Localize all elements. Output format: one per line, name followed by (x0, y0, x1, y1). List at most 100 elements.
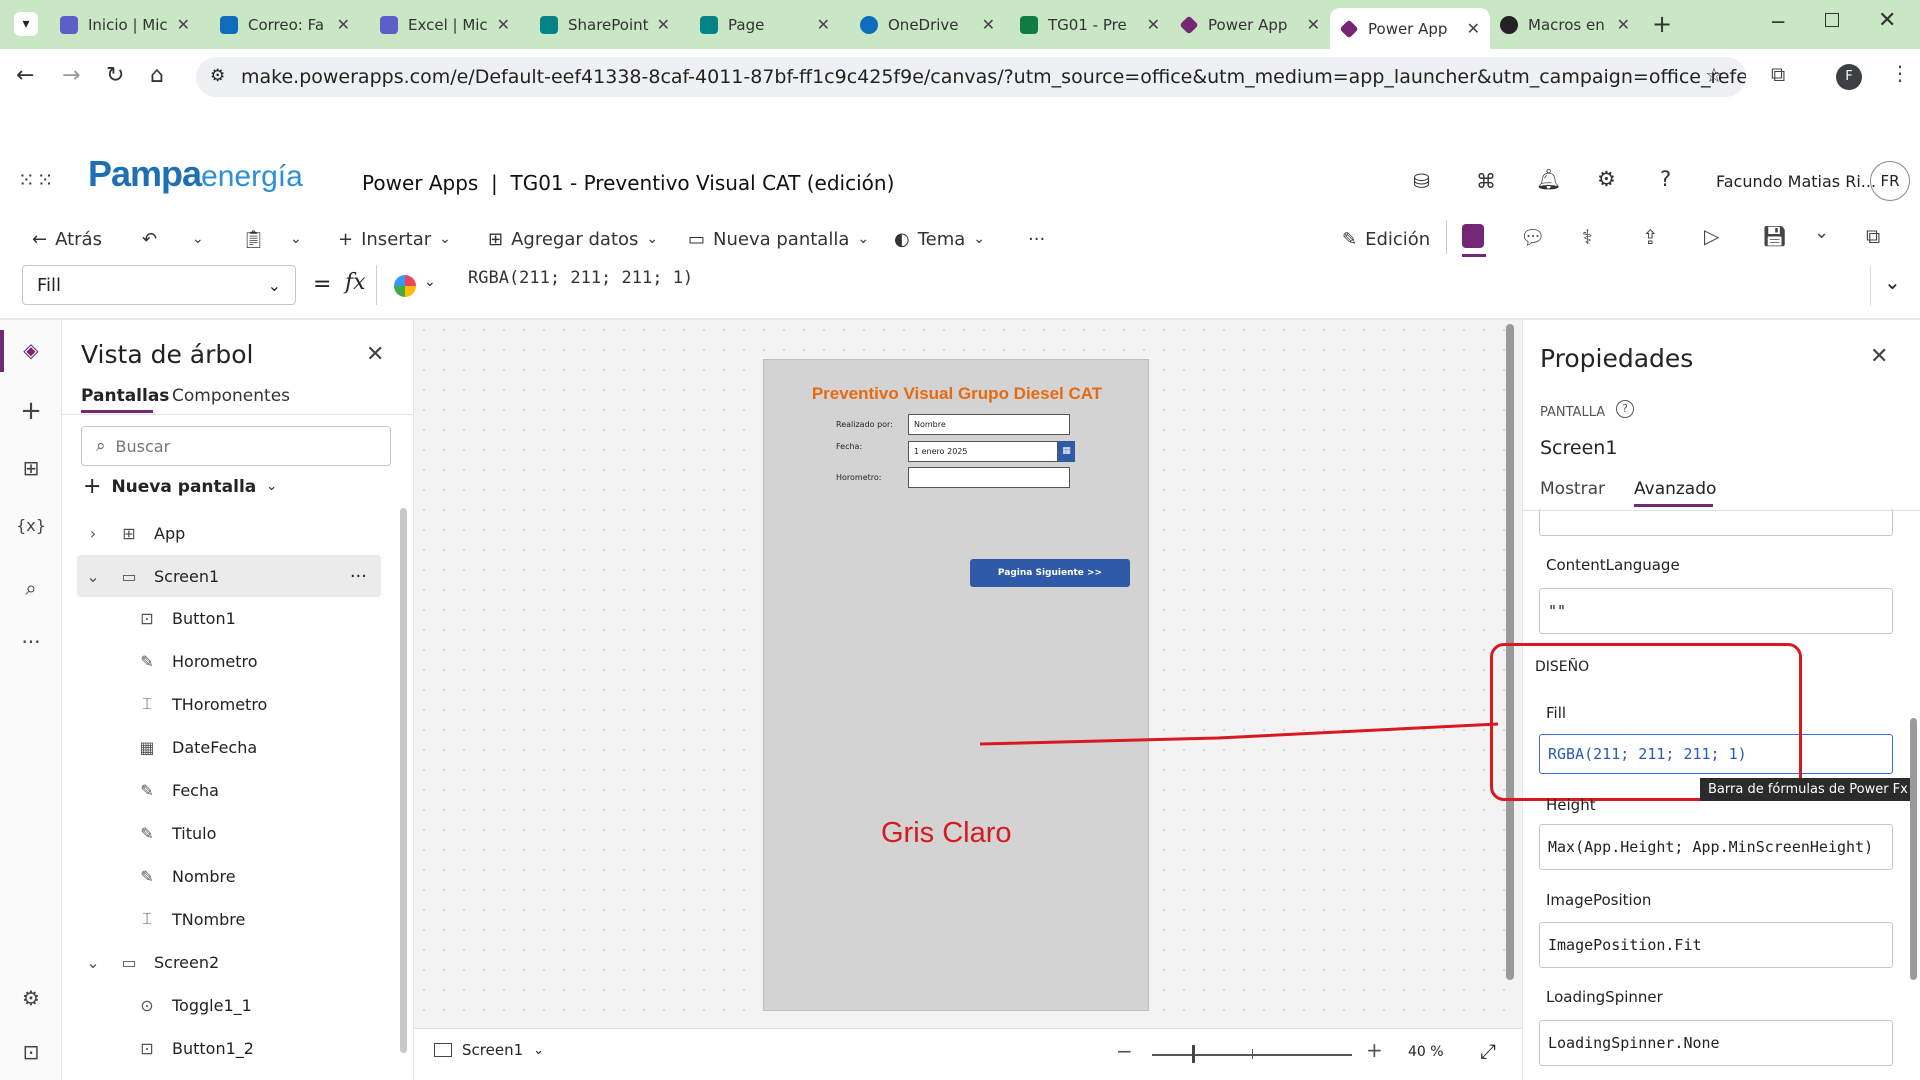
back-arrow-icon[interactable]: ← (16, 63, 34, 88)
browser-tab[interactable]: Macros en ✕ (1490, 8, 1640, 41)
zoom-level[interactable]: 40 % (1408, 1044, 1444, 1060)
insert-plus-icon[interactable]: + (0, 396, 62, 426)
tab-close-icon[interactable]: ✕ (497, 15, 510, 34)
bookmark-star-icon[interactable]: ☆ (1705, 63, 1723, 87)
browser-tab[interactable]: Excel | Mic ✕ (370, 8, 520, 41)
next-page-button[interactable]: Pagina Siguiente >> (970, 559, 1130, 587)
close-icon[interactable]: ✕ (366, 342, 384, 367)
app-checker-icon[interactable] (1462, 224, 1484, 248)
help-icon[interactable]: ? (1660, 167, 1671, 191)
tab-list-icon[interactable]: ▾ (14, 12, 38, 36)
height-input[interactable]: Max(App.Height; App.MinScreenHeight) (1539, 824, 1893, 870)
minimize-icon[interactable]: ─ (1772, 10, 1784, 34)
tab-close-icon[interactable]: ✕ (337, 15, 350, 34)
tab-screens[interactable]: Pantallas (81, 386, 169, 406)
nombre-input[interactable]: Nombre (908, 414, 1070, 435)
search-icon[interactable]: ⌕ (0, 576, 62, 600)
save-icon[interactable]: 💾︎ (1762, 224, 1787, 248)
fit-to-window-icon[interactable]: ⤢ (1480, 1039, 1496, 1063)
insert-button[interactable]: + Insertar ⌄ (338, 221, 451, 257)
forward-arrow-icon[interactable]: → (62, 63, 80, 88)
tab-close-icon[interactable]: ✕ (1307, 15, 1320, 34)
new-screen-button[interactable]: ▭ Nueva pantalla ⌄ (688, 221, 869, 257)
search-input[interactable]: ⌕ Buscar (81, 426, 391, 466)
tab-show[interactable]: Mostrar (1540, 479, 1605, 499)
tab-close-icon[interactable]: ✕ (1467, 19, 1480, 38)
browser-tab[interactable]: OneDrive ✕ (850, 8, 1005, 41)
expand-formula-chevron-icon[interactable]: ⌄ (1884, 270, 1901, 294)
edit-mode-button[interactable]: ✎ Edición (1342, 221, 1430, 257)
formula-input[interactable]: RGBA(211; 211; 211; 1) (468, 268, 693, 288)
notifications-bell-icon[interactable]: 🔔︎ (1536, 167, 1561, 191)
virtual-agent-icon[interactable]: ⊡ (0, 1040, 62, 1064)
zoom-slider-thumb[interactable] (1192, 1045, 1195, 1063)
horometro-input[interactable] (908, 467, 1070, 488)
app-screen-preview[interactable]: Preventivo Visual Grupo Diesel CAT Reali… (763, 359, 1149, 1011)
add-data-button[interactable]: ⊞ Agregar datos ⌄ (488, 221, 658, 257)
tree-scrollbar[interactable] (400, 508, 407, 1053)
label-realizado[interactable]: Realizado por: (836, 420, 893, 429)
calendar-icon[interactable]: ▦ (1058, 441, 1075, 462)
screen-selector[interactable]: Screen1 ⌄ (434, 1041, 544, 1059)
date-picker[interactable]: 1 enero 2025 (908, 441, 1058, 462)
info-icon[interactable]: ? (1616, 400, 1634, 418)
copilot-icon[interactable] (394, 275, 416, 297)
settings-gear-icon[interactable]: ⚙ (0, 986, 62, 1010)
image-position-input[interactable]: ImagePosition.Fit (1539, 922, 1893, 968)
browser-tab[interactable]: TG01 - Pre ✕ (1010, 8, 1170, 41)
browser-tab[interactable]: Correo: Fa ✕ (210, 8, 360, 41)
tree-item-screen1[interactable]: ⌄ ▭ Screen1 ··· (77, 555, 381, 597)
zoom-out-icon[interactable]: − (1116, 1039, 1133, 1063)
tree-item-screen2[interactable]: ⌄ ▭ Screen2 (82, 941, 412, 983)
tree-item-app[interactable]: › ⊞ App (82, 512, 412, 554)
tab-close-icon[interactable]: ✕ (1617, 15, 1630, 34)
settings-gear-icon[interactable]: ⚙ (1597, 167, 1616, 191)
undo-dropdown[interactable]: ⌄ (192, 221, 204, 257)
loading-spinner-input[interactable]: LoadingSpinner.None (1539, 1020, 1893, 1066)
data-table-icon[interactable]: ⊞ (0, 456, 62, 480)
zoom-in-icon[interactable]: + (1366, 1038, 1383, 1062)
label-fecha[interactable]: Fecha: (836, 442, 862, 451)
close-window-icon[interactable]: ✕ (1878, 8, 1896, 33)
tree-view-layers-icon[interactable]: ◈ (0, 338, 62, 362)
content-language-input[interactable]: "" (1539, 588, 1893, 634)
stethoscope-icon[interactable]: ⚕ (1582, 225, 1593, 249)
label-horometro[interactable]: Horometro: (836, 473, 881, 482)
properties-scrollbar[interactable] (1910, 718, 1917, 980)
browser-tab[interactable]: Power App ✕ (1170, 8, 1330, 41)
profile-avatar[interactable]: F (1836, 64, 1862, 90)
copilot-icon[interactable]: ⌘ (1476, 169, 1496, 193)
publish-icon[interactable]: ⧉ (1866, 224, 1880, 248)
undo-button[interactable]: ↶ (142, 221, 157, 257)
reload-icon[interactable]: ↻ (106, 63, 124, 88)
user-name[interactable]: Facundo Matias Ri... (1716, 172, 1876, 191)
browser-tab[interactable]: Page ✕ (690, 8, 840, 41)
close-icon[interactable]: ✕ (1870, 344, 1888, 369)
tab-advanced[interactable]: Avanzado (1634, 479, 1716, 499)
browser-menu-icon[interactable]: ⋮ (1890, 61, 1910, 85)
site-info-icon[interactable]: ⚙ (210, 66, 225, 86)
more-options-icon[interactable]: ··· (350, 566, 367, 587)
home-icon[interactable]: ⌂ (150, 63, 164, 88)
previous-property-input[interactable] (1539, 508, 1893, 536)
tab-close-icon[interactable]: ✕ (657, 15, 670, 34)
theme-button[interactable]: ◐ Tema ⌄ (894, 221, 985, 257)
paste-dropdown[interactable]: ⌄ (290, 221, 302, 257)
new-screen-tree-button[interactable]: + Nueva pantalla ⌄ (83, 474, 277, 499)
url-bar[interactable]: ⚙ make.powerapps.com/e/Default-eef41338-… (196, 57, 1746, 97)
tab-close-icon[interactable]: ✕ (817, 15, 830, 34)
waffle-icon[interactable]: ⁙⁙ (18, 168, 56, 192)
variables-icon[interactable]: {x} (0, 516, 62, 535)
new-tab-icon[interactable]: + (1652, 10, 1672, 38)
extensions-icon[interactable]: ⧉ (1771, 62, 1785, 86)
more-icon[interactable]: ··· (0, 630, 62, 654)
browser-tab[interactable]: Inicio | Mic ✕ (50, 8, 200, 41)
maximize-icon[interactable] (1825, 13, 1839, 27)
tab-close-icon[interactable]: ✕ (1147, 15, 1160, 34)
chevron-down-icon[interactable]: ⌄ (1814, 222, 1829, 243)
play-icon[interactable]: ▷ (1704, 224, 1719, 248)
chevron-down-icon[interactable]: ⌄ (424, 274, 436, 290)
more-commands-button[interactable]: ··· (1028, 221, 1045, 257)
comment-icon[interactable]: 💬︎ (1520, 225, 1545, 249)
tab-close-icon[interactable]: ✕ (177, 15, 190, 34)
